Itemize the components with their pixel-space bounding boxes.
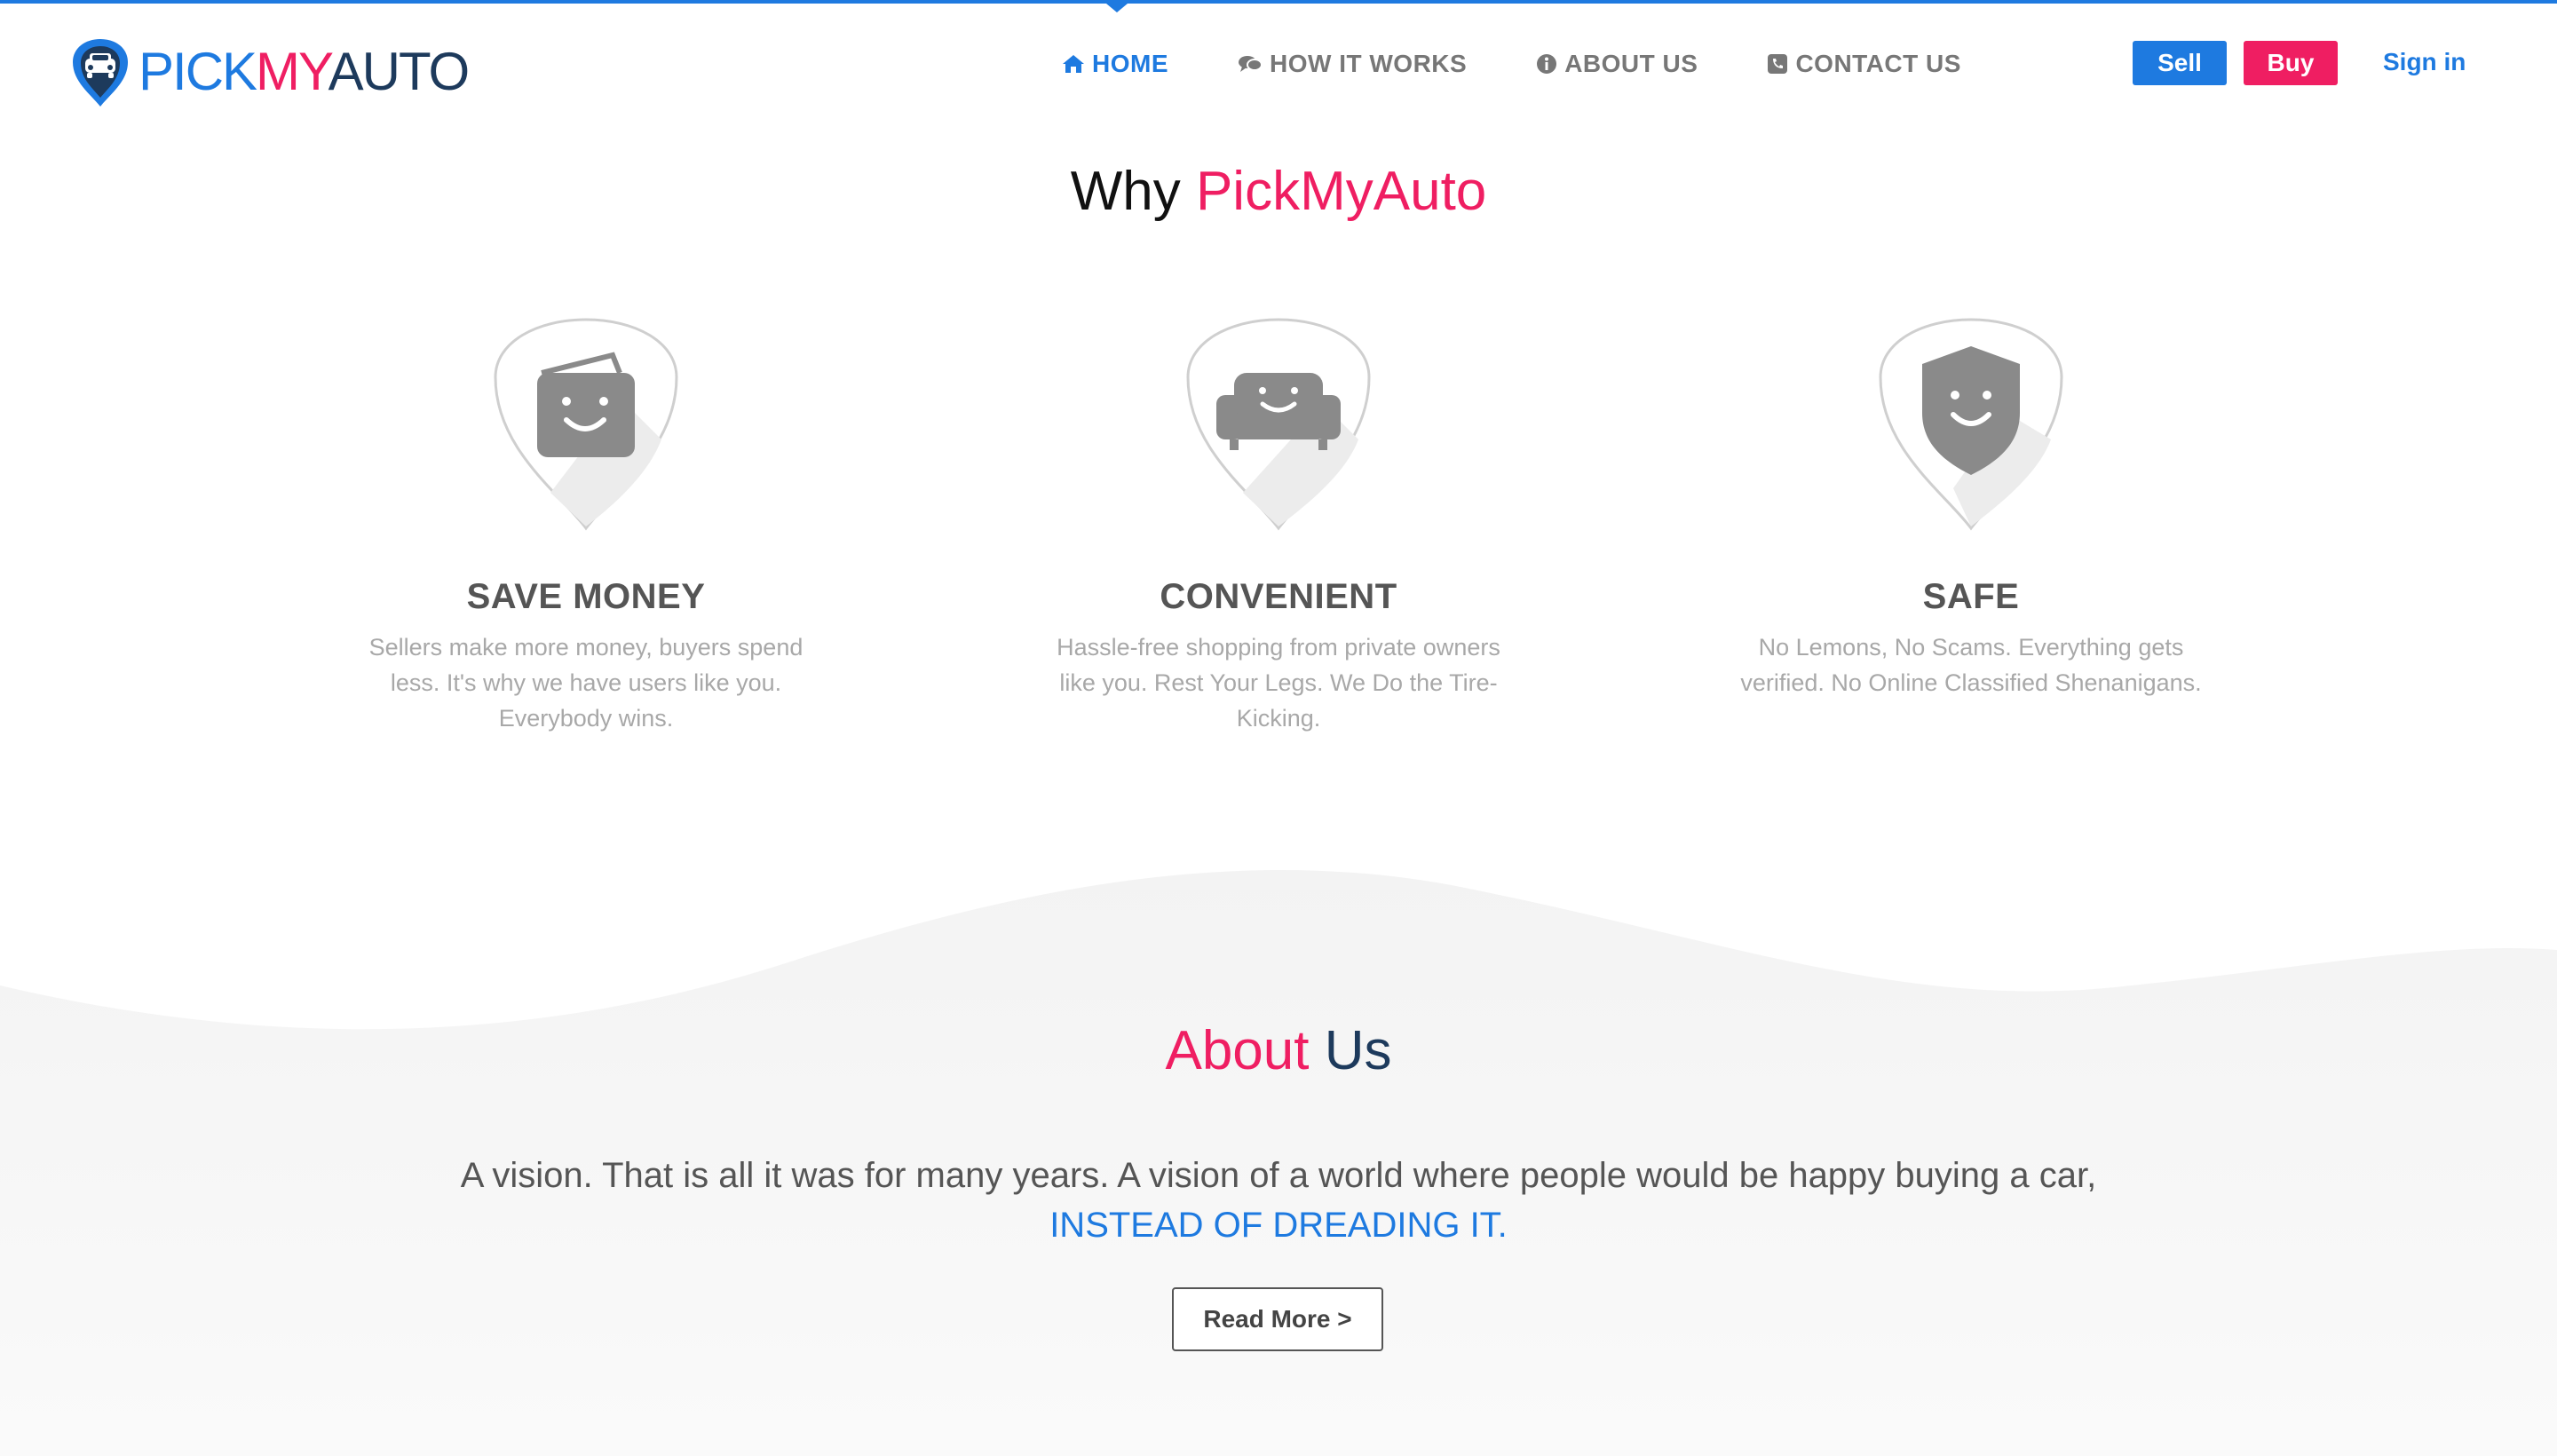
why-section-title: Why PickMyAuto <box>0 160 2557 223</box>
nav-label-about-us: ABOUT US <box>1564 50 1698 77</box>
active-nav-indicator <box>1106 4 1128 12</box>
feature-description: No Lemons, No Scams. Everything gets ver… <box>1740 634 2202 696</box>
main-nav: HOME HOW IT WORKS ABOUT US CONTACT US <box>1062 50 2031 78</box>
phone-square-icon <box>1768 54 1788 74</box>
nav-label-contact-us: CONTACT US <box>1795 50 1961 77</box>
feature-card-convenient: CONVENIENT Hassle-free shopping from pri… <box>1030 315 1527 736</box>
buy-button[interactable]: Buy <box>2244 41 2338 85</box>
logo-word-my: MY <box>256 42 330 101</box>
logo-wordmark: PICKMYAUTO <box>139 42 471 101</box>
nav-label-how-it-works: HOW IT WORKS <box>1270 50 1468 77</box>
logo-word-pick: PICK <box>139 42 257 101</box>
feature-card-save-money: SAVE MONEY Sellers make more money, buye… <box>337 315 835 736</box>
about-vision-highlight: INSTEAD OF DREADING IT. <box>1049 1206 1508 1245</box>
wallet-smile-icon <box>494 318 678 531</box>
sell-button[interactable]: Sell <box>2133 41 2227 85</box>
feature-title: SAFE <box>1922 577 2020 616</box>
about-title-plain: Us <box>1324 1020 1392 1081</box>
about-vision-text: A vision. That is all it was for many ye… <box>0 1151 2557 1250</box>
read-more-button[interactable]: Read More > <box>1172 1287 1383 1351</box>
nav-item-about-us[interactable]: ABOUT US <box>1536 50 1698 78</box>
brand-logo[interactable]: PICKMYAUTO <box>69 36 471 108</box>
car-pin-logo-icon <box>73 39 128 107</box>
about-section-title: About Us <box>0 1019 2557 1082</box>
feature-description: Sellers make more money, buyers spend le… <box>368 634 804 732</box>
nav-item-home[interactable]: HOME <box>1062 50 1168 78</box>
feature-card-safe: SAFE No Lemons, No Scams. Everything get… <box>1722 315 2220 700</box>
sign-in-link[interactable]: Sign in <box>2383 48 2466 76</box>
shield-smile-icon <box>1879 318 2063 531</box>
nav-label-home: HOME <box>1092 50 1168 77</box>
about-vision-sentence: A vision. That is all it was for many ye… <box>460 1156 2097 1195</box>
nav-item-how-it-works[interactable]: HOW IT WORKS <box>1238 50 1467 78</box>
why-title-plain: Why <box>1070 161 1181 222</box>
couch-smile-icon <box>1186 318 1371 531</box>
comments-icon <box>1239 56 1263 72</box>
feature-title: SAVE MONEY <box>466 577 706 616</box>
feature-title: CONVENIENT <box>1160 577 1397 616</box>
nav-item-contact-us[interactable]: CONTACT US <box>1767 50 1960 78</box>
info-circle-icon <box>1537 54 1557 74</box>
why-title-accent: PickMyAuto <box>1195 161 1487 222</box>
top-accent-bar <box>0 0 2557 4</box>
about-title-accent: About <box>1165 1020 1310 1081</box>
home-icon <box>1063 55 1084 73</box>
feature-description: Hassle-free shopping from private owners… <box>1057 634 1500 732</box>
logo-word-auto: AUTO <box>328 42 471 101</box>
